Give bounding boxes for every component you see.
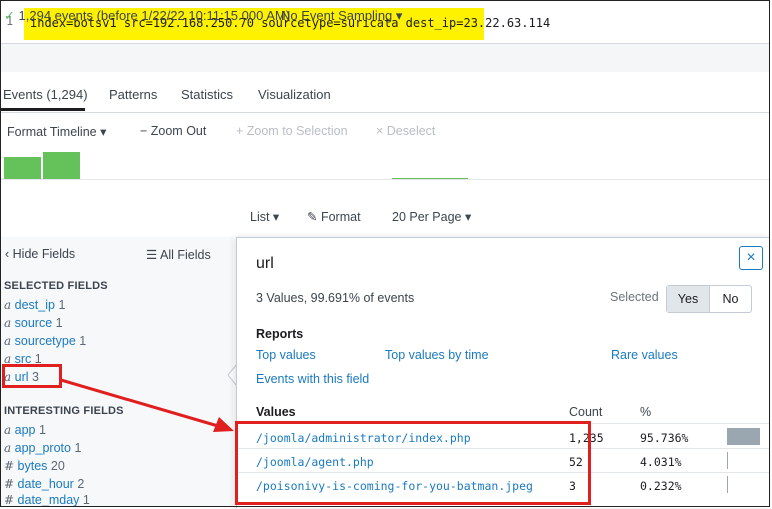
screenshot-border	[0, 0, 770, 507]
